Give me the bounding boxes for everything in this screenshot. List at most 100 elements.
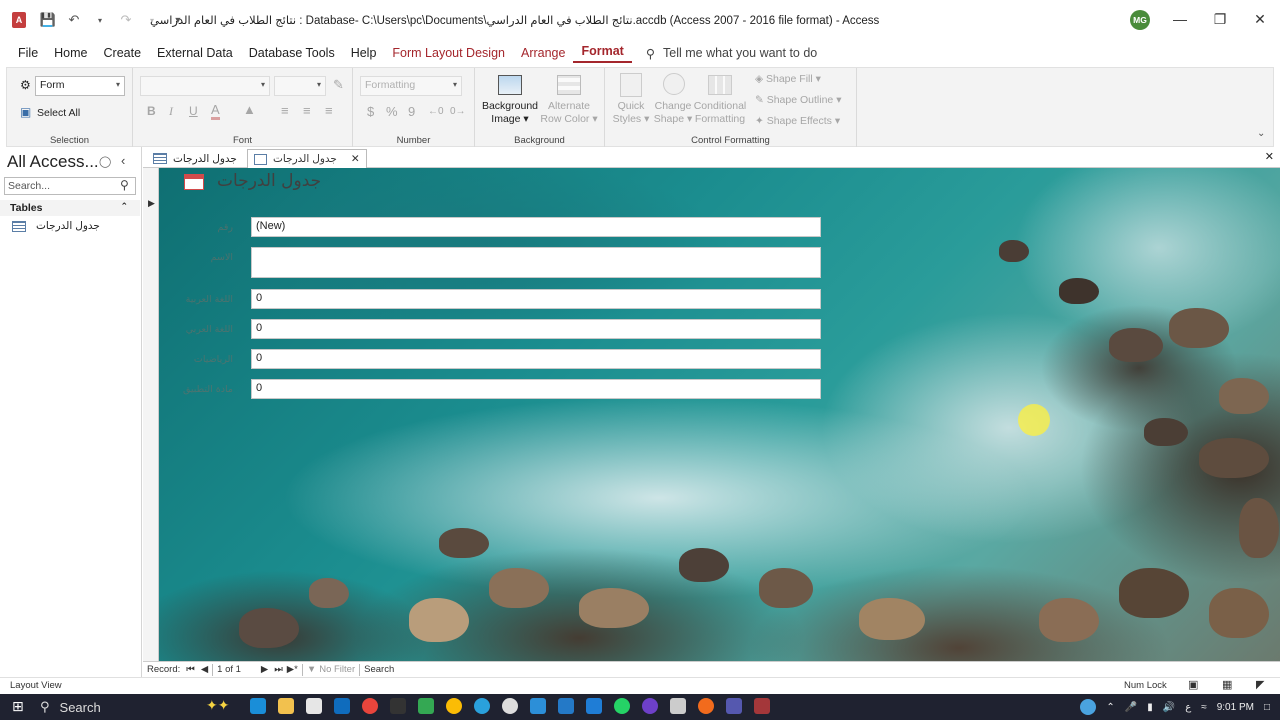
app-icon-1[interactable]: [390, 698, 406, 714]
font-color-button[interactable]: A: [211, 102, 220, 120]
tab-database-tools[interactable]: Database Tools: [241, 46, 343, 60]
tab-create[interactable]: Create: [96, 46, 150, 60]
edge-icon[interactable]: [250, 698, 266, 714]
shape-effects-button[interactable]: ✦ Shape Effects ▾: [755, 115, 840, 128]
tell-me-box[interactable]: ⚲ Tell me what you want to do: [646, 46, 817, 61]
search-icon[interactable]: ⚲: [120, 178, 129, 192]
taskbar-search[interactable]: ⚲ Search: [40, 699, 101, 715]
help-icon[interactable]: [1080, 699, 1097, 715]
shape-outline-button[interactable]: ✎ Shape Outline ▾: [755, 94, 841, 107]
language-indicator[interactable]: ع: [1185, 702, 1191, 713]
undo-icon[interactable]: ↶: [66, 12, 82, 28]
collapse-ribbon-icon[interactable]: ⌄: [1257, 128, 1265, 139]
app-icon-3[interactable]: [502, 698, 518, 714]
font-size-select[interactable]: ▾: [274, 76, 326, 96]
tab-external-data[interactable]: External Data: [149, 46, 241, 60]
object-select[interactable]: Form ▾: [35, 76, 125, 96]
file-explorer-icon[interactable]: [278, 698, 294, 714]
whatsapp-icon[interactable]: [614, 698, 630, 714]
tab-format[interactable]: Format: [573, 44, 632, 63]
close-tab-icon[interactable]: ✕: [351, 153, 360, 165]
outlook-icon[interactable]: [334, 698, 350, 714]
teams-icon[interactable]: [726, 698, 742, 714]
app-icon-6[interactable]: [670, 698, 686, 714]
field-score-2[interactable]: 0: [251, 319, 821, 339]
app-icon-4[interactable]: [530, 698, 546, 714]
tab-file[interactable]: File: [10, 46, 46, 60]
record-selector-bar[interactable]: [143, 168, 159, 661]
tab-help[interactable]: Help: [343, 46, 385, 60]
close-document-icon[interactable]: ✕: [1265, 150, 1274, 163]
field-label-name[interactable]: الاسم: [163, 252, 233, 263]
bold-button[interactable]: B: [147, 104, 156, 118]
underline-button[interactable]: U: [189, 104, 198, 118]
currency-button[interactable]: $: [367, 104, 374, 119]
record-position-input[interactable]: 1 of 1: [217, 664, 241, 675]
layout-view-icon[interactable]: ▦: [1222, 678, 1232, 691]
telegram-icon[interactable]: [474, 698, 490, 714]
italic-button[interactable]: I: [169, 104, 173, 119]
microphone-icon[interactable]: 🎤: [1125, 702, 1137, 713]
vscode-icon[interactable]: [558, 698, 574, 714]
record-selector-arrow-icon[interactable]: ▶: [148, 198, 155, 209]
shutter-bar-close-icon[interactable]: ‹: [121, 153, 125, 168]
background-image-button[interactable]: Background Image ▾: [481, 100, 539, 126]
record-search-input[interactable]: Search: [364, 664, 394, 675]
field-label-score-2[interactable]: اللغة العربي: [163, 324, 233, 335]
conditional-formatting-button[interactable]: Conditional Formatting: [691, 100, 749, 126]
form-view-icon[interactable]: ▣: [1188, 678, 1198, 691]
increase-decimals-icon[interactable]: ←0: [428, 106, 444, 117]
save-icon[interactable]: 💾: [40, 12, 56, 28]
field-label-score-3[interactable]: الرياضيات: [163, 354, 233, 365]
field-label-id[interactable]: رقم: [163, 222, 233, 233]
app-icon-5[interactable]: [586, 698, 602, 714]
notification-icon[interactable]: □: [1264, 702, 1270, 713]
field-score-3[interactable]: 0: [251, 349, 821, 369]
access-taskbar-icon[interactable]: [754, 698, 770, 714]
shape-fill-button[interactable]: ◈ Shape Fill ▾: [755, 73, 821, 86]
form-title[interactable]: جدول الدرجات: [217, 171, 321, 191]
minimize-icon[interactable]: —: [1170, 11, 1190, 27]
filter-status[interactable]: No Filter: [319, 664, 355, 675]
wifi-icon[interactable]: ≈: [1201, 702, 1207, 713]
collapse-section-icon[interactable]: ⌃: [120, 201, 128, 212]
alternate-row-color-button[interactable]: Alternate Row Color ▾: [539, 100, 599, 126]
tray-expand-icon[interactable]: ⌃: [1106, 702, 1114, 713]
font-name-select[interactable]: ▾: [140, 76, 270, 96]
select-all-button[interactable]: Select All: [37, 107, 80, 120]
next-record-icon[interactable]: ▶: [261, 664, 268, 675]
field-id[interactable]: (New): [251, 217, 821, 237]
redo-icon[interactable]: ↷: [118, 12, 134, 28]
tab-home[interactable]: Home: [46, 46, 95, 60]
last-record-icon[interactable]: ⏭: [274, 664, 283, 675]
decrease-decimals-icon[interactable]: 0→: [450, 106, 466, 117]
volume-icon[interactable]: 🔊: [1163, 702, 1175, 713]
doctab-form[interactable]: جدول الدرجات ✕: [247, 149, 367, 168]
align-left-icon[interactable]: ≡: [281, 103, 289, 118]
nav-search-input[interactable]: Search...: [4, 177, 136, 195]
field-label-score-1[interactable]: اللغة العربية: [163, 294, 233, 305]
fill-color-icon[interactable]: ▲: [243, 102, 256, 117]
close-icon[interactable]: ✕: [1250, 11, 1270, 28]
restore-icon[interactable]: ❐: [1210, 11, 1230, 28]
undo-dropdown-icon[interactable]: ▾: [92, 12, 108, 28]
field-score-1[interactable]: 0: [251, 289, 821, 309]
design-view-icon[interactable]: ◤: [1256, 678, 1264, 691]
first-record-icon[interactable]: ⏮: [186, 664, 195, 675]
app-icon-7[interactable]: [698, 698, 714, 714]
nav-menu-chevron-icon[interactable]: ◯: [99, 155, 111, 168]
field-score-4[interactable]: 0: [251, 379, 821, 399]
clock[interactable]: 9:01 PM: [1217, 702, 1254, 713]
nav-pane-title[interactable]: All Access...: [7, 152, 99, 172]
change-shape-button[interactable]: Change Shape ▾: [651, 100, 695, 126]
new-record-icon[interactable]: ▶*: [287, 664, 298, 675]
store-icon[interactable]: [306, 698, 322, 714]
tab-arrange[interactable]: Arrange: [513, 46, 573, 60]
app-icon-2[interactable]: [418, 698, 434, 714]
tab-form-layout-design[interactable]: Form Layout Design: [384, 46, 513, 60]
number-format-select[interactable]: Formatting ▾: [360, 76, 462, 96]
chrome-profile-icon[interactable]: [446, 698, 462, 714]
battery-icon[interactable]: ▮: [1147, 702, 1153, 713]
comma-button[interactable]: 9: [408, 104, 415, 119]
chrome-icon[interactable]: [362, 698, 378, 714]
